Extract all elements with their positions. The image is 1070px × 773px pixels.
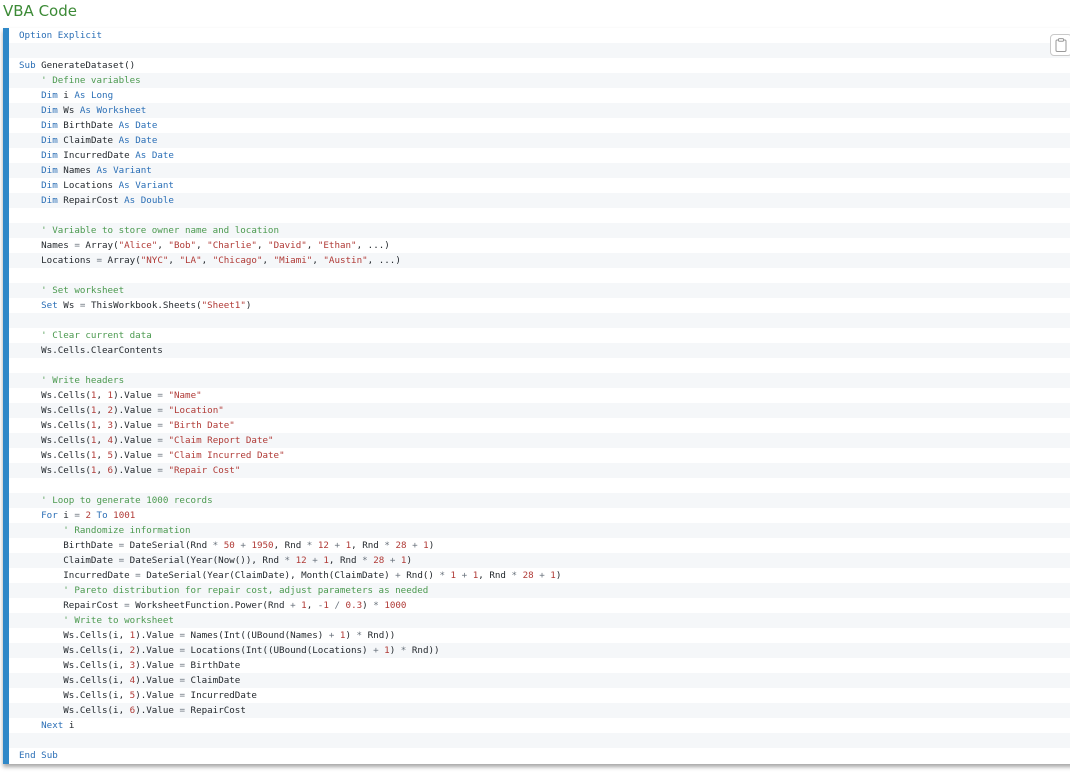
- code-line: Ws.Cells(i, 2).Value = Locations(Int((UB…: [9, 643, 1070, 658]
- code-line: Locations = Array("NYC", "LA", "Chicago"…: [9, 253, 1070, 268]
- code-line: Dim ClaimDate As Date: [9, 133, 1070, 148]
- code-line: Dim i As Long: [41, 90, 114, 101]
- code-line: Ws.Cells(i, 3).Value = BirthDate: [19, 660, 241, 671]
- code-line: ' Define variables: [9, 73, 1070, 88]
- code-line: ​: [9, 358, 1070, 373]
- code-line: Dim IncurredDate As Date: [41, 150, 174, 161]
- code-line: Dim Locations As Variant: [41, 180, 174, 191]
- code-line: Ws.Cells(i, 5).Value = IncurredDate: [19, 690, 257, 701]
- code-line: IncurredDate = DateSerial(Year(ClaimDate…: [19, 570, 562, 581]
- code-line: ' Clear current data: [41, 330, 152, 341]
- code-line: Dim BirthDate As Date: [41, 120, 158, 131]
- code-line: Ws.Cells(1, 4).Value = "Claim Report Dat…: [9, 433, 1070, 448]
- code-line: RepairCost = WorksheetFunction.Power(Rnd…: [19, 600, 407, 611]
- code-line: ' Variable to store owner name and locat…: [9, 223, 1070, 238]
- code-line: Sub GenerateDataset(): [19, 60, 136, 71]
- code-line: ' Set worksheet: [9, 283, 1070, 298]
- code-line: Names = Array("Alice", "Bob", "Charlie",…: [19, 240, 390, 251]
- code-line: Dim RepairCost As Double: [9, 193, 1070, 208]
- code-line: ​: [9, 208, 1070, 223]
- code-block: Option Explicit ​ Sub GenerateDataset() ' …: [3, 28, 1070, 764]
- code-line: Ws.Cells.ClearContents: [9, 343, 1070, 358]
- clipboard-icon: [1055, 38, 1067, 52]
- code-line: Ws.Cells(i, 6).Value = RepairCost: [9, 703, 1070, 718]
- copy-code-button[interactable]: [1050, 34, 1070, 56]
- code-line: For i = 2 To 1001: [41, 510, 136, 521]
- code-line: Ws.Cells(1, 6).Value = "Repair Cost": [9, 463, 1070, 478]
- code-line: Ws.Cells(1, 3).Value = "Birth Date": [19, 420, 235, 431]
- code-line: Next i: [41, 720, 75, 731]
- code-line: ' Pareto distribution for repair cost, a…: [9, 583, 1070, 598]
- code-line: ​: [9, 313, 1070, 328]
- code-line: Ws.Cells(1, 2).Value = "Location": [9, 403, 1070, 418]
- code-line: ClaimDate = DateSerial(Year(Now()), Rnd …: [9, 553, 1070, 568]
- code-line: ' Loop to generate 1000 records: [9, 493, 1070, 508]
- code-line: Ws.Cells(i, 4).Value = ClaimDate: [9, 673, 1070, 688]
- code-line: Option Explicit: [19, 30, 103, 41]
- code-line: Ws.Cells(1, 5).Value = "Claim Incurred D…: [19, 450, 285, 461]
- page-title: VBA Code: [3, 2, 77, 20]
- code-line: End Sub: [19, 750, 58, 761]
- code-line: Dim Ws As Worksheet: [9, 103, 1070, 118]
- code-line: Dim Names As Variant: [9, 163, 1070, 178]
- code-line: ​: [9, 43, 1070, 58]
- code-line: BirthDate = DateSerial(Rnd * 50 + 1950, …: [19, 540, 435, 551]
- code-line: Ws.Cells(i, 1).Value = Names(Int((UBound…: [19, 630, 396, 641]
- code-lines: Option Explicit ​ Sub GenerateDataset() ' …: [9, 28, 1070, 763]
- code-line: ​: [9, 268, 1070, 283]
- code-line: Set Ws = ThisWorkbook.Sheets("Sheet1"): [41, 300, 252, 311]
- code-line: ' Write to worksheet: [9, 613, 1070, 628]
- code-line: ' Write headers: [9, 373, 1070, 388]
- code-line: ' Randomize information: [9, 523, 1070, 538]
- code-line: ​: [9, 478, 1070, 493]
- code-line: Ws.Cells(1, 1).Value = "Name": [19, 390, 202, 401]
- code-line: ​: [9, 733, 1070, 748]
